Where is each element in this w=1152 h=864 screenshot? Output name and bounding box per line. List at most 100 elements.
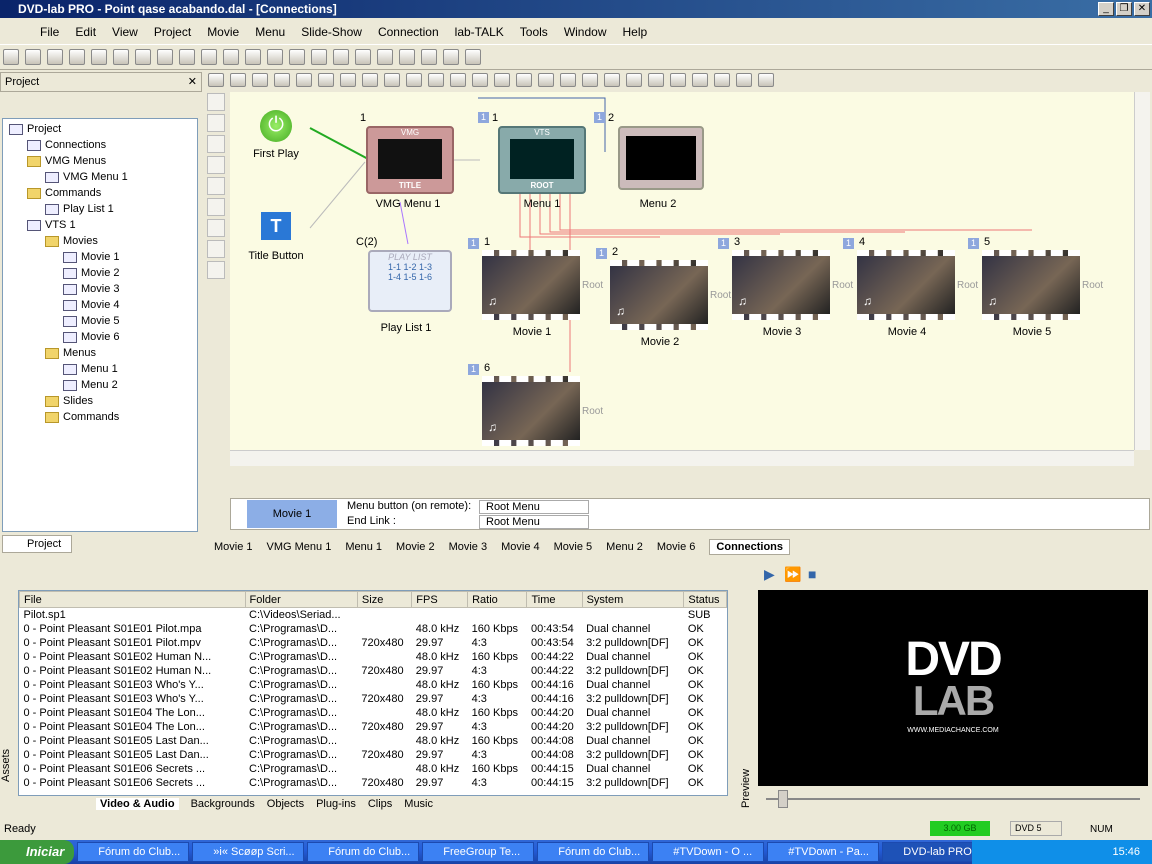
column-header-time[interactable]: Time	[526, 591, 583, 608]
palette-tool[interactable]	[207, 93, 225, 111]
close-icon[interactable]: ✕	[188, 75, 197, 88]
tab-plug-ins[interactable]: Plug-ins	[316, 798, 356, 810]
toolbar-button[interactable]	[421, 49, 437, 65]
media-select[interactable]: DVD 5	[1010, 821, 1062, 836]
palette-tool[interactable]	[207, 114, 225, 132]
toolbar-button[interactable]	[355, 49, 371, 65]
toolbar-button[interactable]	[333, 49, 349, 65]
table-row[interactable]: 0 - Point Pleasant S01E02 Human N... C:\P…	[20, 664, 727, 678]
minimize-button[interactable]: _	[1098, 2, 1114, 16]
tree-item-movie-5[interactable]: Movie 5	[9, 313, 197, 329]
menu-help[interactable]: Help	[615, 25, 656, 39]
tree-item-play-list-1[interactable]: Play List 1	[9, 201, 197, 217]
toolbar-button[interactable]	[245, 49, 261, 65]
connections-tool-button[interactable]	[714, 73, 730, 87]
tree-item-commands[interactable]: Commands	[9, 409, 197, 425]
column-header-ratio[interactable]: Ratio	[467, 591, 528, 608]
tree-item-movie-4[interactable]: Movie 4	[9, 297, 197, 313]
toolbar-button[interactable]	[25, 49, 41, 65]
tab-video---audio[interactable]: Video & Audio	[96, 798, 179, 810]
palette-tool[interactable]	[207, 219, 225, 237]
tab-movie-3[interactable]: Movie 3	[449, 541, 488, 553]
connections-tool-button[interactable]	[604, 73, 620, 87]
menu-edit[interactable]: Edit	[67, 25, 104, 39]
toolbar-button[interactable]	[465, 49, 481, 65]
tab-movie-2[interactable]: Movie 2	[396, 541, 435, 553]
stop-icon[interactable]: ■	[808, 566, 816, 582]
table-row[interactable]: 0 - Point Pleasant S01E06 Secrets ... C:\…	[20, 776, 727, 790]
tab-movie-4[interactable]: Movie 4	[501, 541, 540, 553]
palette-tool[interactable]	[207, 177, 225, 195]
toolbar-button[interactable]	[3, 49, 19, 65]
toolbar-button[interactable]	[69, 49, 85, 65]
palette-tool[interactable]	[207, 135, 225, 153]
palette-tool[interactable]	[207, 240, 225, 258]
tree-item-vts-1[interactable]: VTS 1	[9, 217, 197, 233]
connections-tool-button[interactable]	[626, 73, 642, 87]
toolbar-button[interactable]	[267, 49, 283, 65]
connections-tool-button[interactable]	[736, 73, 752, 87]
menu-menu[interactable]: Menu	[247, 25, 293, 39]
connections-tool-button[interactable]	[428, 73, 444, 87]
tree-item-vmg-menus[interactable]: VMG Menus	[9, 153, 197, 169]
taskbar-item[interactable]: Fórum do Club...	[307, 842, 420, 862]
connections-tool-button[interactable]	[538, 73, 554, 87]
tree-item-movie-3[interactable]: Movie 3	[9, 281, 197, 297]
restore-button[interactable]: ❐	[1116, 2, 1132, 16]
tab-movie-6[interactable]: Movie 6	[657, 541, 696, 553]
column-header-system[interactable]: System	[581, 591, 685, 608]
column-header-fps[interactable]: FPS	[411, 591, 469, 608]
tree-item-menus[interactable]: Menus	[9, 345, 197, 361]
start-button[interactable]: Iniciar	[0, 840, 75, 864]
toolbar-button[interactable]	[377, 49, 393, 65]
table-row[interactable]: 0 - Point Pleasant S01E03 Who's Y... C:\P…	[20, 692, 727, 706]
connections-tool-button[interactable]	[648, 73, 664, 87]
table-row[interactable]: 0 - Point Pleasant S01E04 The Lon... C:\P…	[20, 706, 727, 720]
menu-movie[interactable]: Movie	[199, 25, 247, 39]
taskbar-item[interactable]: Fórum do Club...	[537, 842, 650, 862]
tab-menu-1[interactable]: Menu 1	[345, 541, 382, 553]
table-row[interactable]: 0 - Point Pleasant S01E01 Pilot.mpa C:\Pr…	[20, 622, 727, 636]
tab-music[interactable]: Music	[404, 798, 433, 810]
tree-item-movie-1[interactable]: Movie 1	[9, 249, 197, 265]
close-button[interactable]: ✕	[1134, 2, 1150, 16]
tree-item-connections[interactable]: Connections	[9, 137, 197, 153]
table-row[interactable]: 0 - Point Pleasant S01E03 Who's Y... C:\P…	[20, 678, 727, 692]
toolbar-button[interactable]	[113, 49, 129, 65]
title-button-node[interactable]: T Title Button	[246, 212, 306, 262]
connections-tool-button[interactable]	[516, 73, 532, 87]
tree-item-menu-2[interactable]: Menu 2	[9, 377, 197, 393]
connections-tool-button[interactable]	[384, 73, 400, 87]
menu1-node[interactable]: 1 VTS ROOT Menu 1	[492, 112, 592, 210]
preview-slider[interactable]	[758, 786, 1150, 812]
connections-tool-button[interactable]	[208, 73, 224, 87]
column-header-size[interactable]: Size	[356, 591, 413, 608]
table-row[interactable]: 0 - Point Pleasant S01E04 The Lon... C:\P…	[20, 720, 727, 734]
column-header-status[interactable]: Status	[683, 591, 727, 608]
connections-tool-button[interactable]	[670, 73, 686, 87]
connections-tool-button[interactable]	[252, 73, 268, 87]
tab-movie-1[interactable]: Movie 1	[214, 541, 253, 553]
connections-tool-button[interactable]	[340, 73, 356, 87]
connections-tool-button[interactable]	[560, 73, 576, 87]
tree-item-slides[interactable]: Slides	[9, 393, 197, 409]
toolbar-button[interactable]	[135, 49, 151, 65]
palette-tool[interactable]	[207, 156, 225, 174]
tab-project[interactable]: Project	[2, 535, 72, 553]
toolbar-button[interactable]	[157, 49, 173, 65]
toolbar-button[interactable]	[399, 49, 415, 65]
vertical-scrollbar[interactable]	[1134, 92, 1150, 450]
connections-tool-button[interactable]	[318, 73, 334, 87]
table-row[interactable]: 0 - Point Pleasant S01E02 Human N... C:\P…	[20, 650, 727, 664]
toolbar-button[interactable]	[443, 49, 459, 65]
connections-tool-button[interactable]	[406, 73, 422, 87]
palette-tool[interactable]	[207, 198, 225, 216]
table-row[interactable]: Pilot.sp1 C:\Videos\Seriad... SUB	[20, 608, 727, 622]
taskbar-item[interactable]: #TVDown - Pa...	[767, 842, 880, 862]
tree-item-movie-2[interactable]: Movie 2	[9, 265, 197, 281]
connections-tool-button[interactable]	[472, 73, 488, 87]
table-row[interactable]: 0 - Point Pleasant S01E05 Last Dan... C:\…	[20, 748, 727, 762]
tab-connections[interactable]: Connections	[709, 539, 791, 555]
menu-view[interactable]: View	[104, 25, 146, 39]
toolbar-button[interactable]	[289, 49, 305, 65]
